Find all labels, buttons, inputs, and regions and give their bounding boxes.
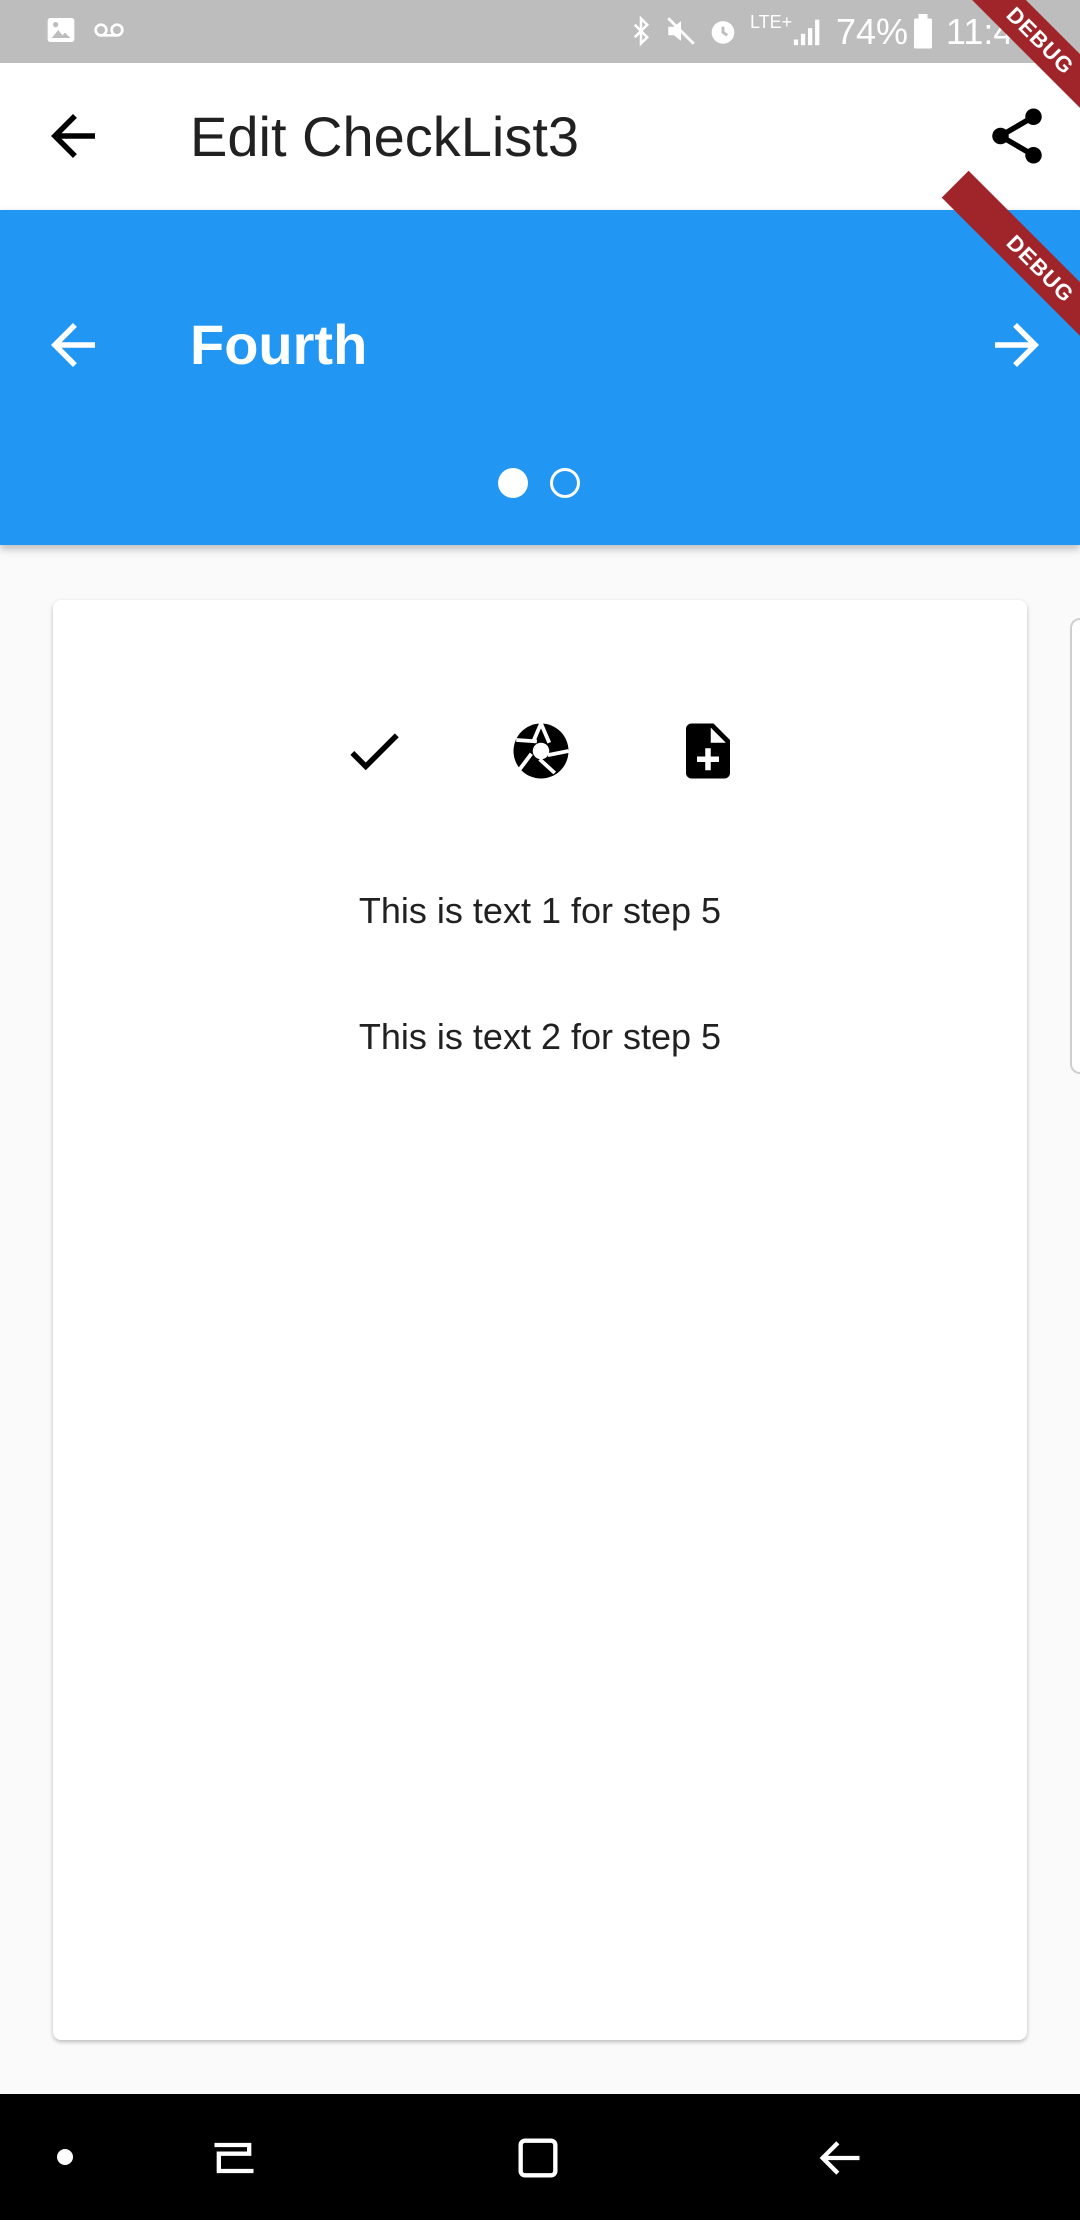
mute-icon xyxy=(667,17,695,45)
recent-apps-icon[interactable] xyxy=(208,2132,260,2184)
next-step-button[interactable] xyxy=(984,312,1050,378)
battery-percent: 74% xyxy=(836,11,909,52)
battery-icon xyxy=(914,14,932,49)
camera-shutter-icon xyxy=(513,722,569,779)
back-button[interactable] xyxy=(40,103,106,169)
page-indicator-dot[interactable] xyxy=(550,468,580,498)
image-notification-icon xyxy=(47,18,75,42)
check-icon xyxy=(350,733,399,771)
step-text-1: This is text 1 for step 5 xyxy=(358,890,722,931)
share-icon xyxy=(992,108,1042,164)
previous-step-button[interactable] xyxy=(40,312,106,378)
network-type: LTE+ xyxy=(750,12,793,32)
note-add-icon xyxy=(686,723,730,779)
alarm-icon xyxy=(711,21,735,44)
step-title: Fourth xyxy=(190,313,368,376)
voicemail-icon xyxy=(94,23,124,37)
arrow-forward-icon xyxy=(995,323,1039,367)
page-title: Edit CheckList3 xyxy=(190,105,580,168)
done-button[interactable] xyxy=(341,718,407,784)
bluetooth-icon xyxy=(633,15,650,47)
arrow-back-icon xyxy=(51,114,95,158)
add-note-button[interactable] xyxy=(675,718,741,784)
signal-icon xyxy=(793,19,820,46)
page-indicator-dot-active[interactable] xyxy=(498,468,528,498)
home-icon[interactable] xyxy=(512,2132,564,2184)
step-card: This is text 1 for step 5 This is text 2… xyxy=(53,600,1027,2040)
nav-dot[interactable] xyxy=(57,2149,73,2165)
camera-button[interactable] xyxy=(508,718,574,784)
back-nav-icon[interactable] xyxy=(814,2132,866,2184)
step-header: Fourth xyxy=(0,210,1080,545)
status-bar: LTE+ 74% 11:40 xyxy=(0,0,1080,63)
system-nav-bar xyxy=(0,2094,1080,2220)
arrow-back-icon xyxy=(51,323,95,367)
app-bar: Edit CheckList3 xyxy=(0,63,1080,210)
next-card-peek[interactable] xyxy=(1070,618,1080,1074)
share-button[interactable] xyxy=(984,103,1050,169)
step-text-2: This is text 2 for step 5 xyxy=(358,1016,722,1057)
